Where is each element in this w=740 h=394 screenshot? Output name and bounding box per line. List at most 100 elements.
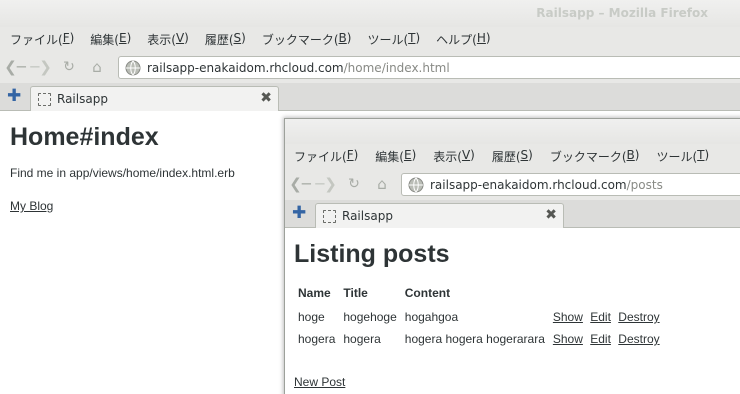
menu-label: ブックマーク(	[549, 149, 627, 164]
menu-label: ヘルプ(	[436, 32, 477, 47]
close-icon[interactable]: ✖	[260, 90, 272, 106]
menu-paren: )	[69, 30, 75, 45]
tab-bar: ✚ Railsapp ✖	[0, 83, 740, 111]
menu-paren: )	[184, 30, 189, 45]
menu-paren: )	[353, 147, 359, 162]
column-header-title: Title	[343, 286, 368, 300]
close-icon[interactable]: ✖	[545, 207, 557, 223]
menu-label: 表示(	[147, 32, 176, 47]
menu-bookmarks[interactable]: ブックマーク(B)	[262, 31, 352, 48]
menu-label: ツール(	[656, 149, 698, 164]
menu-accel: E	[403, 147, 412, 162]
menu-label: 履歴(	[204, 32, 234, 47]
menu-edit[interactable]: 編集(E)	[90, 31, 131, 48]
reload-icon[interactable]: ↻	[343, 173, 365, 195]
menu-label: ファイル(	[294, 149, 347, 164]
show-link[interactable]: Show	[553, 310, 583, 324]
title-bar[interactable]	[285, 119, 740, 144]
edit-link[interactable]: Edit	[590, 310, 611, 324]
page-icon	[323, 209, 336, 223]
tab-title: Railsapp	[342, 209, 393, 223]
menu-accel: F	[346, 147, 354, 162]
show-link[interactable]: Show	[553, 332, 583, 346]
cell-actions: Show Edit Destroy	[549, 329, 668, 351]
menu-label: ツール(	[367, 32, 409, 47]
menu-accel: S	[520, 147, 529, 162]
menu-paren: )	[241, 30, 246, 45]
cell-content: hogahgoa	[404, 310, 459, 324]
menu-tools[interactable]: ツール(T)	[656, 148, 709, 165]
globe-icon	[125, 60, 141, 75]
url-host: railsapp-enakaidom.rhcloud.com	[430, 177, 627, 192]
menu-history[interactable]: 履歴(S)	[492, 148, 533, 165]
menu-history[interactable]: 履歴(S)	[205, 31, 246, 48]
new-post-link[interactable]: New Post	[294, 375, 345, 389]
menu-label: ブックマーク(	[261, 32, 339, 47]
menu-accel: E	[118, 30, 127, 45]
edit-link[interactable]: Edit	[590, 332, 611, 346]
url-path: /posts	[626, 177, 663, 192]
menu-paren: )	[415, 30, 421, 45]
menu-label: 履歴(	[491, 149, 521, 164]
menu-accel: B	[338, 30, 347, 45]
menu-help[interactable]: ヘルプ(H)	[436, 31, 490, 48]
menu-bar: ファイル(F) 編集(E) 表示(V) 履歴(S) ブックマーク(B) ツール(…	[0, 27, 740, 51]
tab-bar: ✚ Railsapp ✖	[285, 200, 740, 228]
title-bar[interactable]: Railsapp – Mozilla Firefox	[0, 0, 740, 27]
column-header-name: Name	[298, 286, 331, 300]
menu-accel: V	[461, 147, 471, 162]
menu-accel: T	[408, 30, 416, 45]
column-header-actions	[549, 283, 668, 307]
menu-accel: T	[697, 147, 705, 162]
menu-paren: )	[126, 30, 132, 45]
home-icon[interactable]: ⌂	[371, 173, 393, 195]
window-title: Railsapp – Mozilla Firefox	[536, 6, 708, 20]
navigation-toolbar: ❮─ ─❯ ↻ ⌂ railsapp-enakaidom.rhcloud.com…	[0, 51, 740, 83]
menu-paren: )	[411, 147, 417, 162]
tab-railsapp[interactable]: Railsapp ✖	[30, 86, 279, 111]
firefox-window-posts: ファイル(F) 編集(E) 表示(V) 履歴(S) ブックマーク(B) ツール(…	[284, 118, 740, 394]
cell-title: hogera	[343, 332, 381, 346]
destroy-link[interactable]: Destroy	[618, 332, 659, 346]
page-icon	[38, 92, 51, 106]
page-heading: Listing posts	[294, 240, 450, 268]
menu-file[interactable]: ファイル(F)	[10, 31, 74, 48]
menu-tools[interactable]: ツール(T)	[367, 31, 420, 48]
forward-arrow-icon[interactable]: ─❯	[315, 173, 337, 195]
table-row: hoge hogehoge hogahgoa Show Edit Destroy	[294, 307, 668, 329]
menu-file[interactable]: ファイル(F)	[294, 148, 358, 165]
plus-icon[interactable]: ✚	[292, 204, 306, 222]
menu-label: ファイル(	[10, 32, 63, 47]
cell-title: hogehoge	[343, 310, 397, 324]
back-arrow-icon[interactable]: ❮─	[289, 173, 311, 195]
menu-view[interactable]: 表示(V)	[433, 148, 475, 165]
menu-bookmarks[interactable]: ブックマーク(B)	[550, 148, 640, 165]
back-arrow-icon[interactable]: ❮─	[4, 56, 26, 78]
globe-icon	[408, 177, 424, 192]
menu-bar: ファイル(F) 編集(E) 表示(V) 履歴(S) ブックマーク(B) ツール(…	[285, 144, 740, 168]
destroy-link[interactable]: Destroy	[618, 310, 659, 324]
menu-label: 編集(	[375, 149, 404, 164]
url-path: /home/index.html	[343, 60, 450, 75]
menu-edit[interactable]: 編集(E)	[375, 148, 416, 165]
menu-paren: )	[346, 30, 352, 45]
url-bar[interactable]: railsapp-enakaidom.rhcloud.com/home/inde…	[118, 56, 740, 79]
cell-name: hoge	[298, 310, 325, 324]
menu-accel: S	[233, 30, 242, 45]
menu-view[interactable]: 表示(V)	[147, 31, 189, 48]
forward-arrow-icon[interactable]: ─❯	[30, 56, 52, 78]
menu-label: 表示(	[433, 149, 462, 164]
menu-paren: )	[485, 30, 491, 45]
url-bar[interactable]: railsapp-enakaidom.rhcloud.com/posts	[401, 173, 740, 196]
cell-name: hogera	[298, 332, 336, 346]
plus-icon[interactable]: ✚	[7, 87, 21, 105]
home-icon[interactable]: ⌂	[86, 56, 108, 78]
my-blog-link[interactable]: My Blog	[10, 199, 53, 213]
menu-paren: )	[634, 147, 640, 162]
cell-actions: Show Edit Destroy	[549, 307, 668, 329]
tab-railsapp[interactable]: Railsapp ✖	[315, 203, 564, 228]
menu-paren: )	[528, 147, 533, 162]
menu-paren: )	[470, 147, 475, 162]
reload-icon[interactable]: ↻	[58, 56, 80, 78]
table-header-row: Name Title Content	[294, 283, 668, 307]
